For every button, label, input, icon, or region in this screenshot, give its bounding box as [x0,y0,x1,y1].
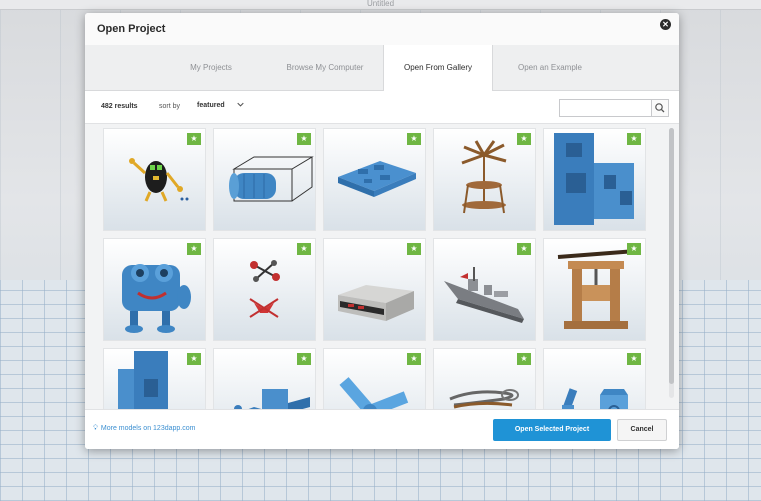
featured-star-icon: ★ [297,243,311,255]
gallery-grid: ★ ★ ★ ★ ★ ★ ★ ★ ★ ★ ★ ★ ★ ★ ★ [85,123,679,409]
lightbulb-icon: 💡︎ [93,425,98,432]
featured-star-icon: ★ [407,243,421,255]
open-selected-project-button[interactable]: Open Selected Project [493,419,611,441]
gallery-tile-block-assembly[interactable]: ★ [543,128,646,231]
open-project-dialog: Open Project ✕ My Projects Browse My Com… [85,13,679,449]
dialog-tabs: My Projects Browse My Computer Open From… [85,45,679,92]
tab-open-from-gallery[interactable]: Open From Gallery [383,45,493,92]
dialog-footer: 💡︎ More models on 123dapp.com Open Select… [85,409,679,449]
cancel-button[interactable]: Cancel [617,419,667,441]
dialog-title: Open Project [97,23,166,35]
gallery-tile-creature[interactable]: ★ [103,238,206,341]
gallery-tile-quadcopter[interactable]: ★ [213,238,316,341]
featured-star-icon: ★ [297,353,311,365]
featured-star-icon: ★ [407,353,421,365]
more-models-link[interactable]: 💡︎ More models on 123dapp.com [93,425,195,433]
more-models-link-text: More models on 123dapp.com [100,425,196,432]
featured-star-icon: ★ [517,243,531,255]
search-button[interactable] [651,99,669,117]
gallery-scrollbar[interactable] [669,128,674,398]
gallery-tile-robot[interactable]: ★ [103,128,206,231]
featured-star-icon: ★ [187,353,201,365]
gallery-tile-blue-tray[interactable]: ★ [323,128,426,231]
gallery-tile-spring-clip[interactable]: ★ [433,348,536,409]
gallery-tile-windmill[interactable]: ★ [433,128,536,231]
gallery-tile-blue-pieces[interactable]: ★ [543,348,646,409]
sort-label: sort by [159,103,181,110]
tab-my-projects[interactable]: My Projects [155,45,267,91]
gallery-tile-battleship[interactable]: ★ [433,238,536,341]
gallery-toolbar: 482 results sort by featured [85,91,679,123]
results-count: 482 results [101,103,138,110]
window-title: Untitled [366,0,395,8]
featured-star-icon: ★ [187,243,201,255]
gallery-tile-stand[interactable]: ★ [103,348,206,409]
gallery-tile-console[interactable]: ★ [323,238,426,341]
search-input[interactable] [559,99,651,117]
scrollbar-thumb[interactable] [669,128,674,384]
featured-star-icon: ★ [627,353,641,365]
gallery-tile-flat-parts[interactable]: ★ [213,348,316,409]
chevron-down-icon[interactable] [237,101,244,110]
featured-star-icon: ★ [627,133,641,145]
featured-star-icon: ★ [517,133,531,145]
dialog-header: Open Project ✕ [85,13,679,45]
featured-star-icon: ★ [297,133,311,145]
gallery-tile-bent-arm[interactable]: ★ [323,348,426,409]
gallery-tile-press[interactable]: ★ [543,238,646,341]
sort-select[interactable]: featured [197,102,225,109]
featured-star-icon: ★ [517,353,531,365]
featured-star-icon: ★ [187,133,201,145]
featured-star-icon: ★ [407,133,421,145]
search-icon [655,103,665,113]
tab-open-an-example[interactable]: Open an Example [493,45,607,91]
gallery-tile-drum-cage[interactable]: ★ [213,128,316,231]
tab-browse-my-computer[interactable]: Browse My Computer [267,45,383,91]
featured-star-icon: ★ [627,243,641,255]
close-icon[interactable]: ✕ [660,19,671,30]
